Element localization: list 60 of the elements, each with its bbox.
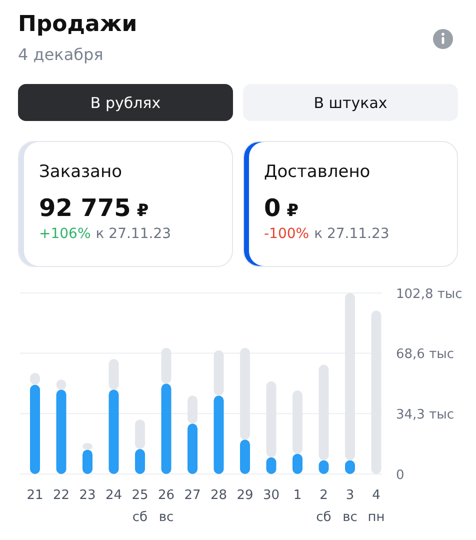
axis-tick-label: 24	[105, 488, 122, 503]
axis-tick-label: 22	[52, 488, 70, 503]
bar[interactable]	[82, 443, 92, 450]
axis-tick-label: 25 сб	[132, 488, 148, 525]
currency-sign: ₽	[286, 201, 299, 221]
bar[interactable]	[56, 380, 66, 390]
change-percent: +106%	[39, 226, 91, 242]
bar[interactable]	[266, 457, 276, 474]
metric-card[interactable]: Заказано 92 775 ₽ +106% к 27.11.23	[18, 141, 233, 267]
bar[interactable]	[188, 424, 198, 474]
bar[interactable]	[82, 450, 92, 474]
axis-tick-label: 30	[262, 488, 280, 503]
axis-tick-label: 28	[210, 488, 228, 503]
compare-date: к 27.11.23	[96, 226, 172, 242]
bar[interactable]	[161, 384, 172, 474]
bar[interactable]	[240, 348, 250, 440]
axis-tick-label: 4 пн	[368, 488, 385, 525]
axis-tick-label: 23	[79, 488, 96, 503]
bar[interactable]	[135, 449, 145, 474]
bar[interactable]	[30, 372, 40, 385]
bar[interactable]	[214, 350, 224, 396]
axis-tick-label: 26 вс	[158, 488, 175, 525]
bar[interactable]	[240, 440, 250, 474]
bar[interactable]	[108, 390, 119, 474]
bar[interactable]	[318, 364, 329, 460]
card-title: Доставлено	[264, 162, 372, 182]
metric-card[interactable]: Доставлено 0 ₽ -100% к 27.11.23	[243, 141, 458, 267]
currency-sign: ₽	[136, 201, 149, 221]
date-label: 4 декабря	[18, 45, 104, 64]
bar[interactable]	[108, 359, 119, 390]
bar[interactable]	[292, 390, 302, 454]
compare-date: к 27.11.23	[314, 226, 390, 242]
bar[interactable]	[266, 381, 276, 458]
axis-tick-label: 0	[396, 468, 404, 483]
bar[interactable]	[292, 454, 302, 474]
axis-tick-label: 3 вс	[342, 488, 358, 525]
metric-value: 0	[264, 194, 281, 222]
axis-tick-label: 21	[26, 488, 44, 503]
axis-tick-label: 102,8 тыс	[396, 287, 462, 302]
bar[interactable]	[135, 420, 145, 449]
bar[interactable]	[318, 460, 329, 474]
axis-tick-label: 34,3 тыс	[396, 408, 454, 423]
toggle-button[interactable]: В рублях	[18, 84, 233, 121]
change-percent: -100%	[264, 226, 310, 242]
toggle-button[interactable]: В штуках	[243, 84, 458, 121]
info-icon[interactable]	[432, 28, 454, 50]
axis-tick-label: 68,6 тыс	[396, 347, 454, 362]
page-title: Продажи	[18, 12, 138, 37]
axis-tick-label: 2 сб	[316, 488, 332, 525]
bar[interactable]	[345, 460, 355, 474]
bar[interactable]	[188, 396, 198, 424]
bar[interactable]	[30, 384, 40, 474]
bar[interactable]	[214, 396, 224, 474]
axis-tick-label: 1	[293, 488, 302, 503]
bar[interactable]	[56, 390, 66, 474]
axis-tick-label: 27	[184, 488, 201, 503]
card-title: Заказано	[39, 162, 123, 182]
axis-tick-label: 29	[236, 488, 254, 503]
metric-value: 92 775	[39, 194, 131, 222]
bar[interactable]	[161, 348, 172, 384]
